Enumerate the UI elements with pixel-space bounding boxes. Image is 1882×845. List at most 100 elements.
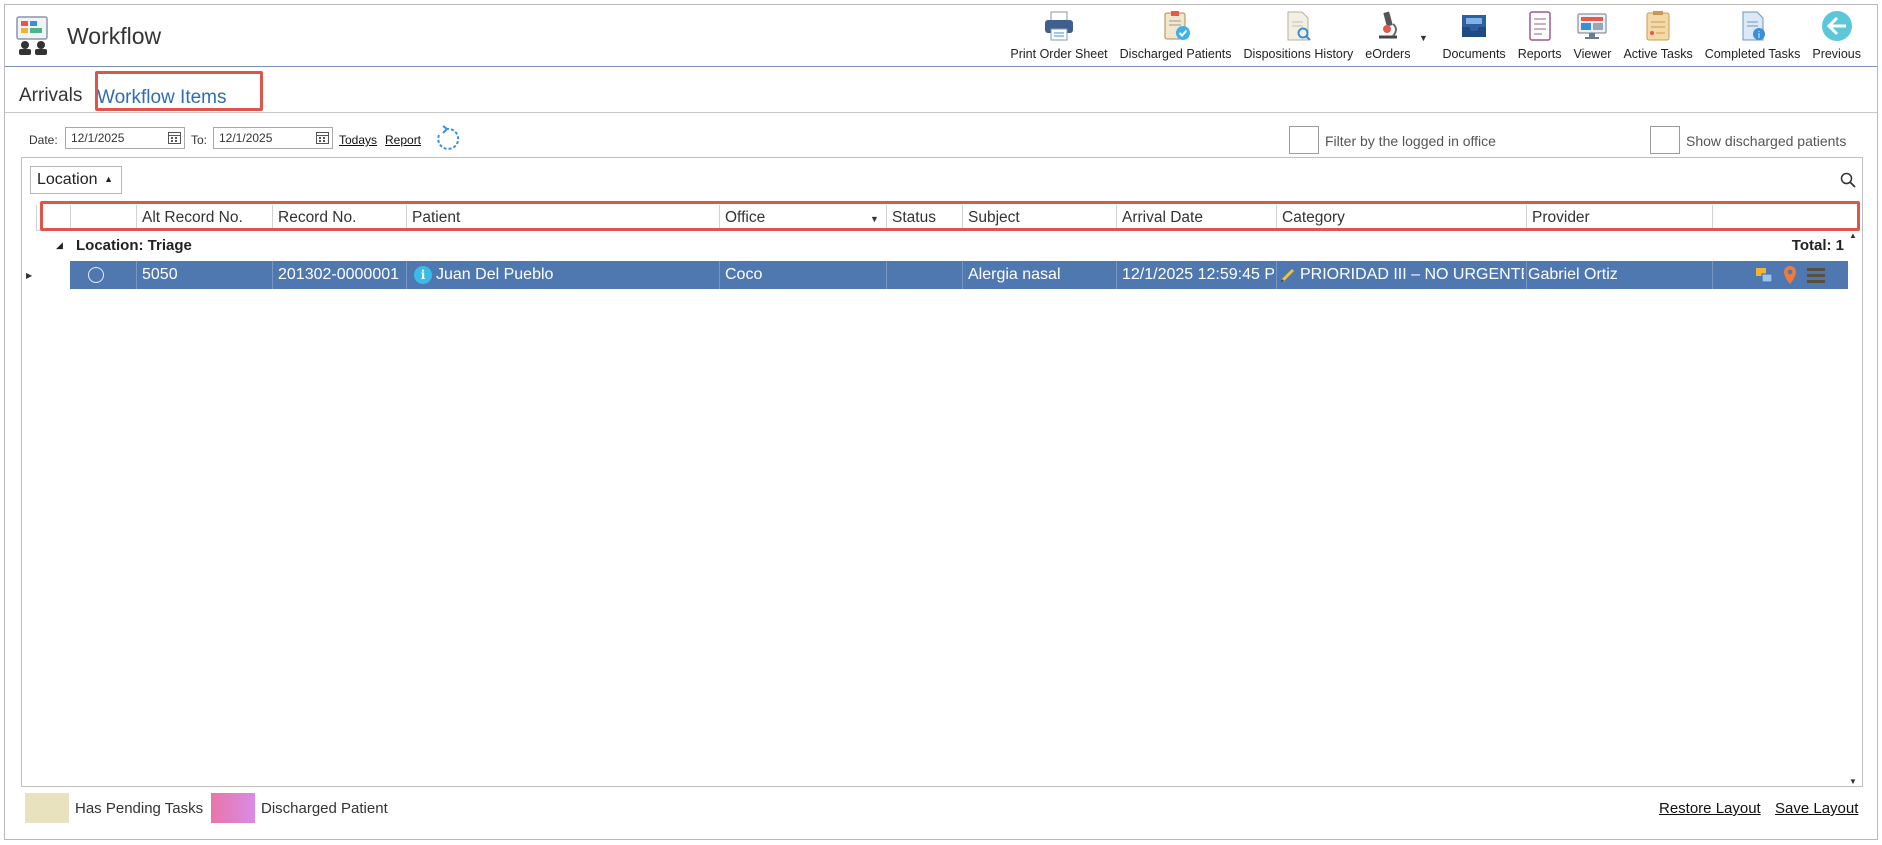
group-row[interactable]: ◢ Location: Triage Total: 1	[36, 234, 1848, 258]
column-arrival-date[interactable]: Arrival Date	[1118, 209, 1203, 227]
print-order-sheet-button[interactable]: Print Order Sheet	[1004, 9, 1113, 61]
group-name: Location: Triage	[76, 237, 192, 254]
menu-icon[interactable]	[1806, 265, 1826, 285]
show-discharged-checkbox[interactable]	[1650, 126, 1680, 154]
cell-separator	[1276, 261, 1277, 289]
clipboard-check-icon	[1164, 11, 1190, 40]
pencil-icon	[1280, 268, 1295, 283]
tab-workflow-items[interactable]: Workflow Items	[97, 87, 227, 109]
cell-provider: Gabriel Ortiz	[1528, 266, 1618, 283]
cell-separator	[136, 261, 137, 289]
arrow-left-icon	[1821, 11, 1852, 41]
cell-subject: Alergia nasal	[968, 266, 1061, 283]
discharged-patients-button[interactable]: Discharged Patients	[1114, 9, 1238, 61]
workflow-app-icon	[16, 16, 48, 55]
column-separator	[1276, 205, 1277, 231]
search-icon[interactable]	[1840, 172, 1856, 188]
scroll-up-icon[interactable]: ▲	[1849, 231, 1857, 240]
save-layout-link[interactable]: Save Layout	[1775, 800, 1858, 817]
toolbar-label: Print Order Sheet	[1010, 47, 1108, 61]
report-link[interactable]: Report	[385, 133, 421, 147]
column-separator	[886, 205, 887, 231]
dispositions-history-button[interactable]: Dispositions History	[1238, 9, 1360, 61]
tab-arrivals[interactable]: Arrivals	[19, 85, 82, 107]
reports-button[interactable]: Reports	[1512, 9, 1568, 61]
eorders-button[interactable]: eOrders	[1359, 9, 1416, 61]
column-record-no[interactable]: Record No.	[274, 209, 356, 227]
cell-patient: Juan Del Pueblo	[436, 266, 554, 283]
vertical-scrollbar[interactable]: ▲ ▼	[1846, 231, 1860, 786]
collapse-triangle-icon[interactable]: ◢	[56, 240, 63, 251]
cell-record-no: 201302-0000001	[278, 266, 400, 283]
toolbar-label: Previous	[1812, 47, 1861, 61]
toolbar: Print Order Sheet Discharged Patients Di…	[1004, 9, 1867, 65]
toolbar-label: Completed Tasks	[1704, 47, 1801, 61]
restore-layout-link[interactable]: Restore Layout	[1659, 800, 1761, 817]
cell-alt-record-no: 5050	[142, 266, 178, 283]
table-row[interactable]: ▶ 5050 201302-0000001 i Juan Del Pueblo …	[26, 261, 1848, 289]
column-header-row: Alt Record No. Record No. Patient Office…	[36, 205, 1848, 231]
toolbar-label: eOrders	[1365, 47, 1411, 61]
date-from-field[interactable]: 12/1/2025	[65, 127, 185, 149]
pending-tasks-label: Has Pending Tasks	[75, 800, 204, 817]
filter-office-checkbox[interactable]	[1289, 126, 1319, 154]
column-separator	[36, 205, 37, 231]
date-to-field[interactable]: 12/1/2025	[213, 127, 333, 149]
cell-office: Coco	[725, 266, 763, 283]
group-by-label: Location	[37, 171, 98, 188]
row-select-radio[interactable]	[88, 267, 104, 283]
documents-button[interactable]: Documents	[1436, 9, 1511, 61]
column-subject[interactable]: Subject	[964, 209, 1020, 227]
inbox-tray-icon	[1462, 15, 1487, 37]
cell-separator	[1116, 261, 1117, 289]
patient-info-icon[interactable]: i	[414, 266, 432, 284]
filter-dropdown-icon[interactable]: ▼	[870, 214, 879, 224]
toolbar-label: Viewer	[1573, 47, 1612, 61]
to-label: To:	[191, 133, 208, 147]
date-to-value: 12/1/2025	[219, 131, 273, 145]
filter-bar: Date: 12/1/2025 To: 12/1/2025 Todays Rep…	[5, 123, 1877, 155]
column-category[interactable]: Category	[1278, 209, 1345, 227]
pending-tasks-swatch	[25, 793, 69, 823]
location-pin-icon[interactable]	[1780, 265, 1800, 285]
completed-tasks-icon: i	[1742, 11, 1765, 41]
header-bar: Workflow Print Order Sheet Discharged Pa…	[5, 5, 1877, 67]
discharged-patient-swatch	[211, 793, 255, 823]
calendar-icon[interactable]	[316, 131, 329, 144]
completed-tasks-button[interactable]: i Completed Tasks	[1699, 9, 1807, 61]
column-office[interactable]: Office	[721, 209, 765, 227]
cell-separator	[1712, 261, 1713, 289]
eorders-dropdown-caret[interactable]: ▼	[1416, 33, 1430, 43]
toolbar-label: Discharged Patients	[1119, 47, 1232, 61]
previous-button[interactable]: Previous	[1806, 9, 1867, 61]
cell-separator	[962, 261, 963, 289]
viewer-button[interactable]: Viewer	[1567, 9, 1617, 61]
column-separator	[962, 205, 963, 231]
workflow-grid: Location ▲ Alt Record No. Record No. Pat…	[21, 157, 1863, 787]
document-search-icon	[1287, 11, 1312, 41]
toolbar-label: Active Tasks	[1623, 47, 1693, 61]
cell-arrival-date: 12/1/2025 12:59:45 P	[1122, 266, 1274, 283]
refresh-icon[interactable]	[433, 125, 461, 153]
calendar-icon[interactable]	[168, 131, 181, 144]
transfer-icon[interactable]	[1754, 265, 1774, 285]
column-provider[interactable]: Provider	[1528, 209, 1590, 227]
scroll-down-icon[interactable]: ▼	[1849, 777, 1857, 786]
toolbar-label: Documents	[1442, 47, 1506, 61]
column-status[interactable]: Status	[888, 209, 936, 227]
column-alt-record-no[interactable]: Alt Record No.	[138, 209, 243, 227]
column-separator	[272, 205, 273, 231]
tab-strip: Arrivals Workflow Items	[5, 73, 1877, 113]
svg-text:i: i	[1757, 31, 1760, 41]
todays-link[interactable]: Todays	[339, 133, 377, 147]
column-patient[interactable]: Patient	[408, 209, 460, 227]
group-by-location-chip[interactable]: Location ▲	[30, 166, 122, 194]
date-label: Date:	[29, 133, 58, 147]
filter-office-label: Filter by the logged in office	[1325, 133, 1496, 149]
cell-category: PRIORIDAD III – NO URGENTE	[1300, 266, 1524, 283]
legend-bar: Has Pending Tasks Discharged Patient Res…	[5, 791, 1877, 825]
active-tasks-button[interactable]: Active Tasks	[1617, 9, 1698, 61]
discharged-patient-label: Discharged Patient	[261, 800, 388, 817]
active-tasks-icon	[1646, 11, 1670, 41]
column-separator	[136, 205, 137, 231]
